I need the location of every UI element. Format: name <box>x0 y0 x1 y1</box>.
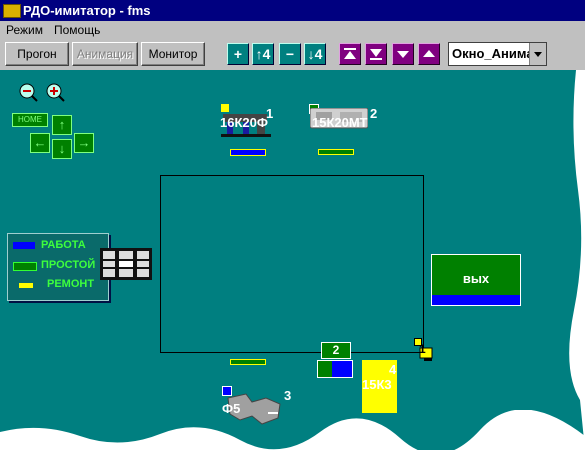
queue-slot-fill <box>332 361 352 377</box>
machine-3-status-bar <box>230 359 266 365</box>
canvas-right-edge <box>569 70 585 450</box>
legend-label: ПРОСТОЙ <box>41 259 96 271</box>
menu-mode[interactable]: Режим <box>6 21 43 39</box>
window-title: РДО-имитатор - fms <box>23 3 151 18</box>
chevron-up-icon <box>423 50 435 57</box>
title-bar: РДО-имитатор - fms <box>0 0 585 21</box>
last-frame-icon <box>370 49 382 60</box>
speed-minus-button[interactable]: − <box>279 43 301 65</box>
chevron-down-icon[interactable] <box>529 43 546 65</box>
legend-label: РАБОТА <box>41 239 86 251</box>
machine-4-label: 15К3 <box>362 377 392 392</box>
legend-swatch-work <box>13 242 35 249</box>
canvas-edge-decoration <box>0 410 585 450</box>
frame-select-value: Окно_Анима <box>452 46 534 61</box>
legend-label: РЕМОНТ <box>47 278 95 290</box>
machine-4-number: 4 <box>389 362 397 377</box>
machine-1-number: 1 <box>266 106 274 121</box>
run-button[interactable]: Прогон <box>5 42 69 66</box>
state-legend: РАБОТА ПРОСТОЙ РЕМОНТ <box>7 233 109 301</box>
app-icon <box>3 4 21 18</box>
first-frame-button[interactable] <box>339 43 361 65</box>
speed-plus-button[interactable]: + <box>227 43 249 65</box>
next-frame-button[interactable] <box>392 43 414 65</box>
output-store-fill <box>432 295 520 305</box>
legend-swatch-repair <box>19 283 33 288</box>
output-store-label: вых <box>462 271 490 286</box>
transport-track <box>160 175 424 353</box>
chevron-down-icon <box>397 51 409 58</box>
machine-2-status-bar <box>318 149 354 155</box>
speed-up4-button[interactable]: ↑4 <box>252 43 274 65</box>
pan-up-icon[interactable]: ↑ <box>52 115 72 135</box>
speed-down4-button[interactable]: ↓4 <box>304 43 326 65</box>
machine-2-number: 2 <box>370 106 378 121</box>
machine-3-number: 3 <box>284 388 292 403</box>
queue-slot <box>317 360 353 378</box>
machine-2-label: 15К20МТ <box>312 115 368 130</box>
queue-buffer-label: 2 <box>332 343 340 357</box>
frame-select[interactable]: Окно_Анима <box>448 42 547 66</box>
pan-down-icon[interactable]: ↓ <box>52 139 72 159</box>
menu-bar: Режим Помощь <box>0 21 585 39</box>
storage-rack-icon <box>100 248 152 280</box>
toolbar: Прогон Анимация Монитор + ↑4 − ↓4 Окно_А… <box>0 39 585 71</box>
monitor-button[interactable]: Монитор <box>141 42 205 66</box>
pan-left-icon[interactable]: ← <box>30 133 50 153</box>
pan-right-icon[interactable]: → <box>74 133 94 153</box>
animation-canvas: HOME ↑ ← → ↓ РАБОТА ПРОСТОЙ РЕМОНТ 16К20… <box>0 70 585 450</box>
queue-buffer: 2 <box>321 342 351 359</box>
legend-swatch-idle <box>13 262 37 271</box>
animation-button[interactable]: Анимация <box>72 42 138 66</box>
machine-3-label: Ф5 <box>222 401 241 416</box>
home-button[interactable]: HOME <box>12 113 48 127</box>
machine-1-status-bar <box>230 149 266 156</box>
menu-help[interactable]: Помощь <box>54 21 100 39</box>
zoom-in-icon[interactable] <box>45 82 65 102</box>
first-frame-icon <box>344 48 356 59</box>
zoom-out-icon[interactable] <box>18 82 38 102</box>
machine-1-label: 16К20Ф <box>220 115 268 130</box>
prev-frame-button[interactable] <box>418 43 440 65</box>
last-frame-button[interactable] <box>365 43 387 65</box>
robot-number: 1 <box>419 342 426 356</box>
output-store: вых <box>431 254 521 306</box>
